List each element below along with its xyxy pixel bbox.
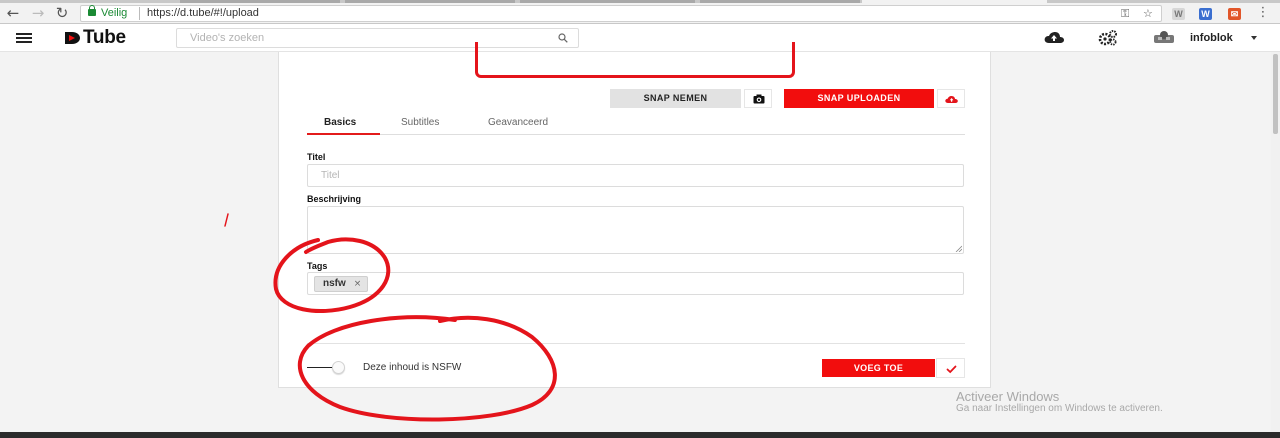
camera-button[interactable] [744, 89, 772, 108]
description-textarea[interactable] [321, 212, 921, 248]
title-input[interactable] [321, 170, 921, 181]
extension-icon[interactable]: ✉ [1228, 8, 1241, 20]
tags-field[interactable]: nsfw × [307, 272, 964, 295]
nsfw-toggle-knob[interactable] [332, 361, 345, 374]
description-label: Beschrijving [307, 194, 362, 204]
chevron-down-icon[interactable] [1251, 36, 1257, 40]
description-field[interactable] [307, 206, 964, 254]
annotation-mark [224, 213, 229, 227]
add-button[interactable]: VOEG TOE [822, 359, 935, 377]
nsfw-toggle-track[interactable] [307, 367, 333, 368]
key-icon[interactable]: ⚿ [1121, 6, 1129, 21]
windows-activation-title: Activeer Windows [956, 389, 1060, 404]
logo-text: Tube [83, 27, 126, 48]
lock-icon [88, 5, 96, 16]
tag-chip-label: nsfw [323, 278, 346, 289]
tab-advanced[interactable]: Geavanceerd [488, 117, 548, 128]
avatar[interactable] [1152, 29, 1176, 47]
cloud-upload-icon [945, 96, 958, 103]
checkmark-icon [946, 365, 957, 374]
active-tab-indicator [307, 133, 380, 135]
bookmark-star-icon[interactable]: ☆ [1143, 6, 1153, 21]
settings-gears-icon[interactable] [1097, 29, 1119, 47]
secure-label: Veilig [101, 7, 128, 19]
hamburger-menu-icon[interactable] [16, 33, 32, 43]
add-confirm-button[interactable] [936, 358, 965, 378]
camera-icon [753, 94, 765, 104]
browser-menu-icon[interactable]: ⋮ [1255, 5, 1271, 21]
scrollbar-thumb[interactable] [1273, 54, 1278, 134]
tab-subtitles[interactable]: Subtitles [401, 117, 439, 128]
cloud-upload-icon[interactable] [1043, 29, 1065, 47]
dtube-logo-mark [65, 32, 80, 44]
title-label: Titel [307, 152, 326, 162]
resize-grip-icon[interactable] [955, 245, 962, 252]
snap-take-button[interactable]: SNAP NEMEN [610, 89, 741, 108]
url-separator [139, 7, 140, 20]
nsfw-toggle-label[interactable]: Deze inhoud is NSFW [363, 362, 461, 373]
browser-toolbar: ← → ↻ Veilig https://d.tube/#!/upload ⚿ … [0, 3, 1280, 24]
taskbar-edge [0, 432, 1280, 438]
tag-chip: nsfw × [314, 276, 369, 292]
section-divider [307, 343, 965, 344]
reload-icon[interactable]: ↻ [54, 5, 70, 21]
windows-activation-subtitle: Ga naar Instellingen om Windows te activ… [956, 403, 1163, 414]
cloud-upload-button[interactable] [937, 89, 965, 108]
tab-basics[interactable]: Basics [324, 117, 356, 128]
address-bar[interactable]: Veilig https://d.tube/#!/upload ⚿ ☆ [80, 5, 1162, 22]
snap-upload-button[interactable]: SNAP UPLOADEN [784, 89, 934, 108]
extension-icon[interactable]: W [1172, 8, 1185, 20]
extension-icon[interactable]: W [1199, 8, 1212, 20]
forward-arrow-icon[interactable]: → [30, 5, 46, 21]
tags-label: Tags [307, 261, 328, 271]
upload-tabs: Basics Subtitles Geavanceerd [307, 112, 965, 135]
upload-card: SNAP NEMEN SNAP UPLOADEN Basics Subtitle… [278, 42, 991, 388]
url-text[interactable]: https://d.tube/#!/upload [147, 6, 259, 21]
title-field[interactable] [307, 164, 964, 187]
page-scrollbar[interactable] [1271, 52, 1280, 432]
remove-tag-icon[interactable]: × [354, 279, 362, 289]
username[interactable]: infoblok [1190, 32, 1233, 44]
video-preview-frame [475, 42, 795, 78]
back-arrow-icon[interactable]: ← [5, 5, 21, 21]
